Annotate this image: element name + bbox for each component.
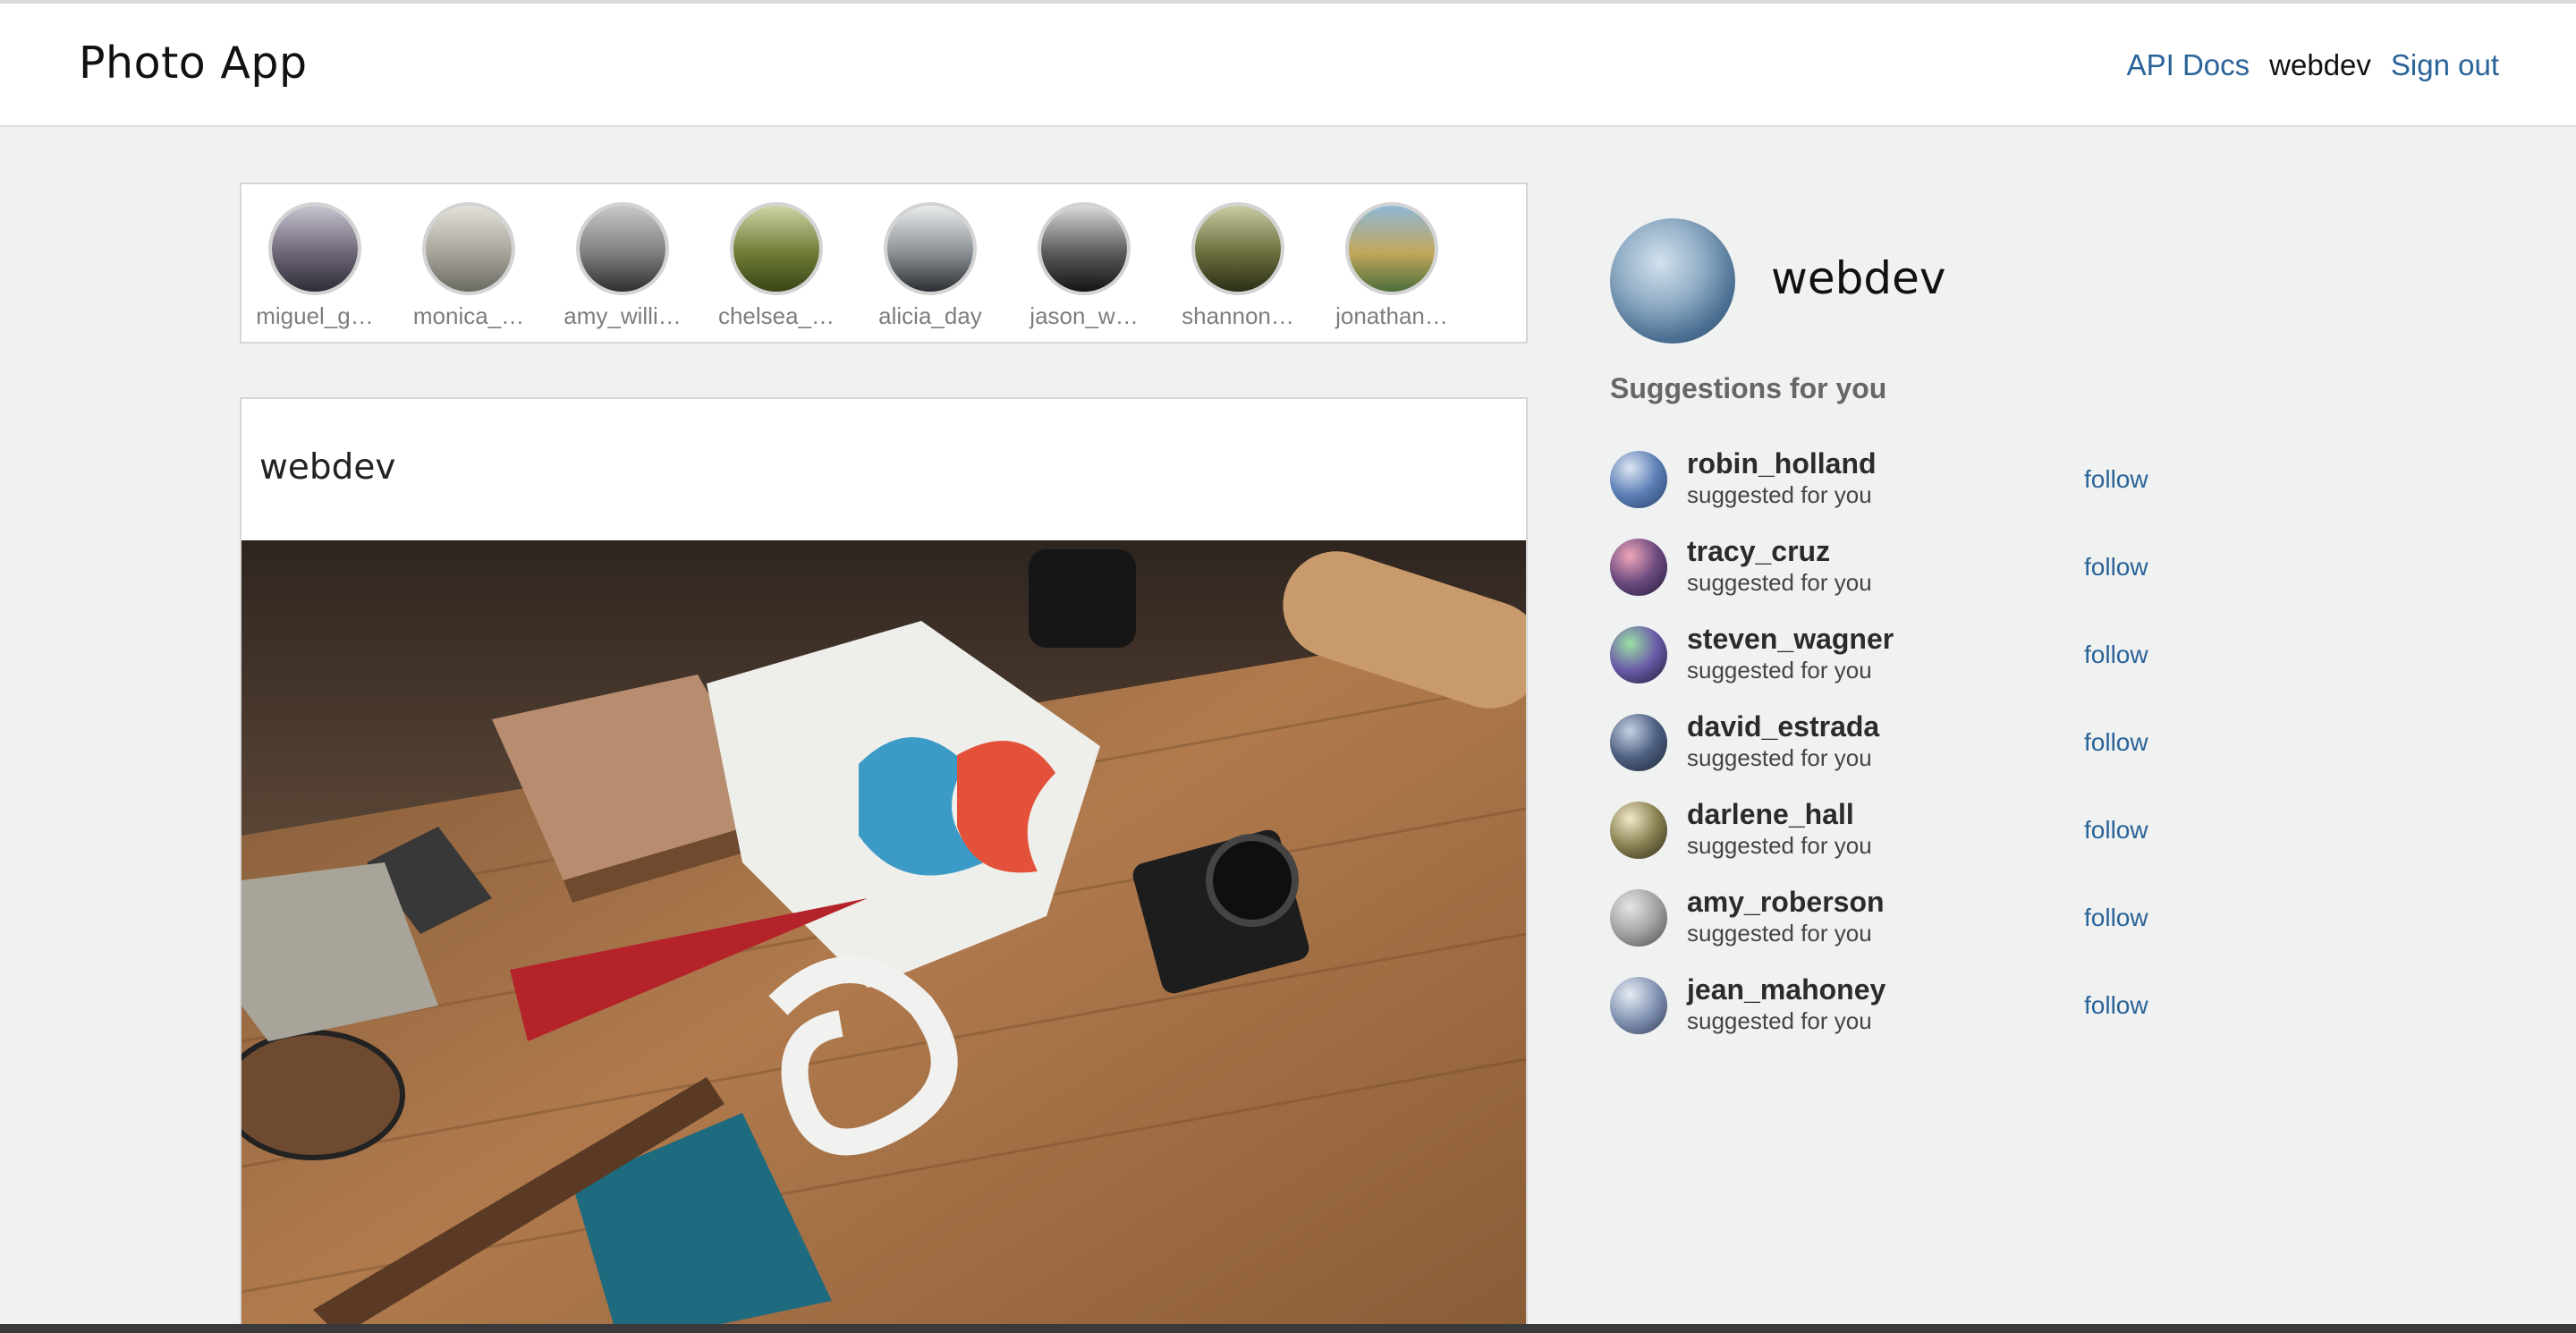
story-avatar[interactable] xyxy=(1345,202,1438,295)
suggestion-item: jean_mahoney suggested for you follow xyxy=(1610,973,2165,1061)
window-bottom-edge xyxy=(0,1324,2576,1333)
follow-button[interactable]: follow xyxy=(2084,553,2148,582)
suggestion-item: tracy_cruz suggested for you follow xyxy=(1610,535,2165,623)
suggestion-item: steven_wagner suggested for you follow xyxy=(1610,623,2165,710)
api-docs-link[interactable]: API Docs xyxy=(2127,48,2250,82)
follow-button[interactable]: follow xyxy=(2084,728,2148,757)
suggestion-username[interactable]: steven_wagner xyxy=(1687,623,1894,656)
suggestion-subtitle: suggested for you xyxy=(1687,481,1872,508)
suggestion-subtitle: suggested for you xyxy=(1687,657,1872,683)
stories-panel: miguel_g… monica_… amy_willi… chelsea_… … xyxy=(240,183,1528,344)
suggestion-avatar[interactable] xyxy=(1610,626,1667,683)
suggestion-username[interactable]: david_estrada xyxy=(1687,710,1879,743)
suggestion-subtitle: suggested for you xyxy=(1687,744,1872,771)
story-item[interactable]: amy_willi… xyxy=(560,202,685,330)
story-avatar[interactable] xyxy=(730,202,823,295)
follow-button[interactable]: follow xyxy=(2084,991,2148,1020)
nav-links: API Docs webdev Sign out xyxy=(2127,48,2499,82)
suggestion-subtitle: suggested for you xyxy=(1687,1007,1872,1034)
suggestion-avatar[interactable] xyxy=(1610,451,1667,508)
post-image[interactable] xyxy=(242,540,1526,1331)
story-item[interactable]: jason_w… xyxy=(1021,202,1147,330)
suggestion-username[interactable]: jean_mahoney xyxy=(1687,973,1885,1006)
suggestion-item: robin_holland suggested for you follow xyxy=(1610,447,2165,535)
suggestion-item: darlene_hall suggested for you follow xyxy=(1610,798,2165,886)
follow-button[interactable]: follow xyxy=(2084,465,2148,494)
story-username: alicia_day xyxy=(878,302,982,329)
suggestion-avatar[interactable] xyxy=(1610,977,1667,1034)
story-username: chelsea_… xyxy=(717,302,835,329)
post-username[interactable]: webdev xyxy=(259,447,395,488)
story-item[interactable]: jonathan… xyxy=(1329,202,1454,330)
app-logo[interactable]: Photo App xyxy=(79,38,308,89)
suggestion-subtitle: suggested for you xyxy=(1687,920,1872,947)
story-username: jonathan… xyxy=(1335,302,1448,329)
suggestion-username[interactable]: darlene_hall xyxy=(1687,798,1854,831)
post-card: webdev xyxy=(240,397,1528,1333)
suggestion-username[interactable]: robin_holland xyxy=(1687,447,1877,480)
sign-out-link[interactable]: Sign out xyxy=(2391,48,2499,82)
suggestions-heading: Suggestions for you xyxy=(1610,372,1887,404)
suggestion-avatar[interactable] xyxy=(1610,714,1667,771)
story-avatar[interactable] xyxy=(1038,202,1131,295)
story-avatar[interactable] xyxy=(268,202,361,295)
follow-button[interactable]: follow xyxy=(2084,816,2148,845)
story-username: amy_willi… xyxy=(564,302,682,329)
suggestion-avatar[interactable] xyxy=(1610,802,1667,859)
story-item[interactable]: shannon… xyxy=(1175,202,1301,330)
suggestion-subtitle: suggested for you xyxy=(1687,832,1872,859)
follow-button[interactable]: follow xyxy=(2084,904,2148,932)
story-item[interactable]: alicia_day xyxy=(868,202,993,330)
suggestions-list: robin_holland suggested for you follow t… xyxy=(1610,447,2165,1061)
story-item[interactable]: chelsea_… xyxy=(714,202,839,330)
suggestion-username[interactable]: tracy_cruz xyxy=(1687,535,1830,568)
suggestion-subtitle: suggested for you xyxy=(1687,569,1872,596)
story-item[interactable]: monica_… xyxy=(406,202,531,330)
story-username: monica_… xyxy=(412,302,525,329)
story-username: miguel_g… xyxy=(256,302,374,329)
story-item[interactable]: miguel_g… xyxy=(252,202,377,330)
suggestion-avatar[interactable] xyxy=(1610,539,1667,596)
story-avatar[interactable] xyxy=(576,202,669,295)
post-photo-illustration xyxy=(242,540,1526,1331)
top-navbar: Photo App API Docs webdev Sign out xyxy=(0,4,2576,127)
profile-username: webdev xyxy=(1771,252,1946,304)
follow-button[interactable]: follow xyxy=(2084,641,2148,669)
story-username: jason_w… xyxy=(1030,302,1139,329)
profile-avatar[interactable] xyxy=(1610,218,1735,344)
suggestion-avatar[interactable] xyxy=(1610,889,1667,947)
suggestion-username[interactable]: amy_roberson xyxy=(1687,886,1885,919)
story-avatar[interactable] xyxy=(422,202,515,295)
suggestion-item: amy_roberson suggested for you follow xyxy=(1610,886,2165,973)
current-user-label: webdev xyxy=(2269,48,2371,81)
story-avatar[interactable] xyxy=(1191,202,1284,295)
suggestion-item: david_estrada suggested for you follow xyxy=(1610,710,2165,798)
story-username: shannon… xyxy=(1182,302,1294,329)
story-avatar[interactable] xyxy=(884,202,977,295)
